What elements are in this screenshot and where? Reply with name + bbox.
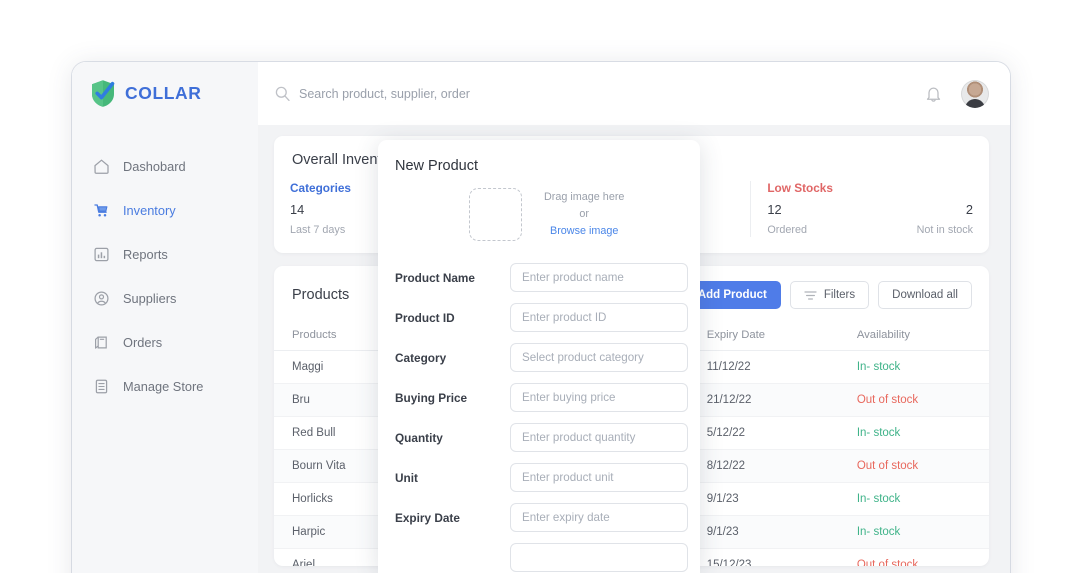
avatar[interactable] xyxy=(961,79,989,108)
dropzone-line1: Drag image here xyxy=(544,191,625,204)
col-expiry-date: Expiry Date xyxy=(688,322,839,351)
cell-expiry: 9/1/23 xyxy=(688,482,839,516)
unit-input[interactable] xyxy=(510,463,688,492)
cell-availability: In- stock xyxy=(838,482,989,516)
sidebar-item-suppliers[interactable]: Suppliers xyxy=(72,283,258,313)
cell-expiry: 15/12/23 xyxy=(688,548,839,566)
new-product-modal: New Product Drag image here or Browse im… xyxy=(378,140,700,573)
inventory-sublabel: Ordered xyxy=(767,224,807,236)
image-preview-box[interactable] xyxy=(469,188,522,241)
field-label: Expiry Date xyxy=(395,510,460,525)
inventory-value: 12 xyxy=(767,202,782,217)
cell-expiry: 5/12/22 xyxy=(688,416,839,450)
buying-price-input[interactable] xyxy=(510,383,688,412)
bell-icon[interactable] xyxy=(925,85,942,103)
inventory-col-heading: Low Stocks xyxy=(767,181,833,195)
cell-availability: In- stock xyxy=(838,515,989,549)
sidebar-item-label: Dashobard xyxy=(123,158,186,174)
sidebar-item-label: Suppliers xyxy=(123,290,177,306)
products-title: Products xyxy=(292,287,350,303)
sidebar-item-inventory[interactable]: Inventory xyxy=(72,195,258,225)
sidebar: Dashobard Inventory Reports Suppliers Or… xyxy=(72,125,258,573)
cell-expiry: 11/12/22 xyxy=(688,350,839,384)
sidebar-item-orders[interactable]: Orders xyxy=(72,327,258,357)
cell-expiry: 21/12/22 xyxy=(688,383,839,417)
field-label: Quantity xyxy=(395,430,443,445)
modal-title: New Product xyxy=(395,158,479,174)
inventory-col-low-stocks: Low Stocks 12 2 Ordered Not in stock xyxy=(751,181,989,237)
inventory-value: 2 xyxy=(965,202,974,217)
inventory-value: 14 xyxy=(290,202,305,217)
inventory-sublabel: Last 7 days xyxy=(290,224,346,236)
products-actions: Add Product Filters Download all xyxy=(683,281,972,309)
cell-availability: Out of stock xyxy=(838,383,989,417)
col-availability: Availability xyxy=(838,322,989,351)
next-field-input[interactable] xyxy=(510,543,688,572)
search-input[interactable] xyxy=(299,86,719,101)
field-label: Buying Price xyxy=(395,390,468,405)
cell-availability: In- stock xyxy=(838,350,989,384)
sidebar-item-reports[interactable]: Reports xyxy=(72,239,258,269)
cell-expiry: 8/12/22 xyxy=(688,449,839,483)
category-select[interactable] xyxy=(510,343,688,372)
expiry-date-input[interactable] xyxy=(510,503,688,532)
top-actions xyxy=(925,62,1010,125)
sidebar-item-label: Reports xyxy=(123,246,168,262)
field-label: Product ID xyxy=(395,310,455,325)
download-all-button[interactable]: Download all xyxy=(878,281,972,309)
top-bar: COLLAR xyxy=(72,62,1010,125)
field-expiry-date: Expiry Date xyxy=(395,503,688,532)
field-unit: Unit xyxy=(395,463,688,492)
sidebar-item-label: Inventory xyxy=(123,202,176,218)
field-next-partial xyxy=(395,543,688,572)
filters-button[interactable]: Filters xyxy=(789,281,870,309)
field-quantity: Quantity xyxy=(395,423,688,452)
inventory-col-values: 12 2 xyxy=(767,202,973,217)
field-label: Product Name xyxy=(395,270,475,285)
inventory-sublabel: Not in stock xyxy=(916,224,974,236)
user-circle-icon xyxy=(93,290,110,307)
sidebar-item-dashboard[interactable]: Dashobard xyxy=(72,151,258,181)
inventory-cart-icon xyxy=(93,202,110,219)
product-name-input[interactable] xyxy=(510,263,688,292)
field-product-name: Product Name xyxy=(395,263,688,292)
field-category: Category xyxy=(395,343,688,372)
field-buying-price: Buying Price xyxy=(395,383,688,412)
dropzone-text: Drag image here or Browse image xyxy=(544,189,624,239)
bar-chart-icon xyxy=(93,246,110,263)
shield-check-icon xyxy=(90,79,116,108)
home-icon xyxy=(93,158,110,175)
cell-expiry: 9/1/23 xyxy=(688,515,839,549)
quantity-input[interactable] xyxy=(510,423,688,452)
orders-box-icon xyxy=(93,334,110,351)
sidebar-item-label: Manage Store xyxy=(123,378,204,394)
brand-name: COLLAR xyxy=(125,83,202,103)
inventory-col-subs: Ordered Not in stock xyxy=(767,224,973,236)
search-icon xyxy=(275,86,290,102)
filters-label: Filters xyxy=(823,289,856,301)
dropzone-line2: or xyxy=(579,208,590,221)
product-id-input[interactable] xyxy=(510,303,688,332)
brand[interactable]: COLLAR xyxy=(72,62,258,125)
filter-lines-icon xyxy=(804,290,817,301)
browse-image-link[interactable]: Browse image xyxy=(544,223,624,240)
cell-availability: In- stock xyxy=(838,416,989,450)
cell-availability: Out of stock xyxy=(838,548,989,566)
image-dropzone[interactable]: Drag image here or Browse image xyxy=(395,188,680,241)
field-label: Category xyxy=(395,350,447,365)
store-list-icon xyxy=(93,378,110,395)
sidebar-item-label: Orders xyxy=(123,334,163,350)
field-product-id: Product ID xyxy=(395,303,688,332)
cell-availability: Out of stock xyxy=(838,449,989,483)
field-label: Unit xyxy=(395,470,418,485)
search-bar[interactable] xyxy=(258,62,925,125)
sidebar-item-manage-store[interactable]: Manage Store xyxy=(72,371,258,401)
